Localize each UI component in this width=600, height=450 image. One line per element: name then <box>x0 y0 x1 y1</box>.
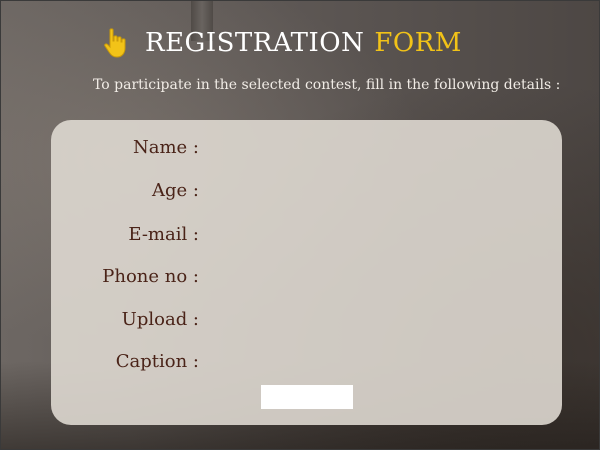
submit-button[interactable] <box>261 385 353 409</box>
name-label: Name : <box>133 137 199 158</box>
form-header: REGISTRATION FORM <box>101 23 462 63</box>
name-input[interactable] <box>266 134 560 164</box>
caption-label: Caption : <box>115 351 199 372</box>
email-label: E-mail : <box>128 224 199 245</box>
hand-pointer-icon <box>104 28 126 58</box>
form-subtitle: To participate in the selected contest, … <box>93 77 561 93</box>
page-background: REGISTRATION FORM To participate in the … <box>0 0 600 450</box>
upload-label: Upload : <box>121 309 199 330</box>
caption-input[interactable] <box>266 348 560 378</box>
email-input[interactable] <box>266 221 560 251</box>
age-label: Age : <box>152 180 199 201</box>
age-input[interactable] <box>266 177 560 207</box>
phone-label: Phone no : <box>102 266 199 287</box>
phone-input[interactable] <box>266 263 560 293</box>
registration-form: Name : Age : E-mail : Phone no : Upload … <box>51 120 562 425</box>
upload-input[interactable] <box>266 306 560 336</box>
form-title-main: REGISTRATION <box>145 28 365 58</box>
form-title-accent: FORM <box>374 28 462 58</box>
